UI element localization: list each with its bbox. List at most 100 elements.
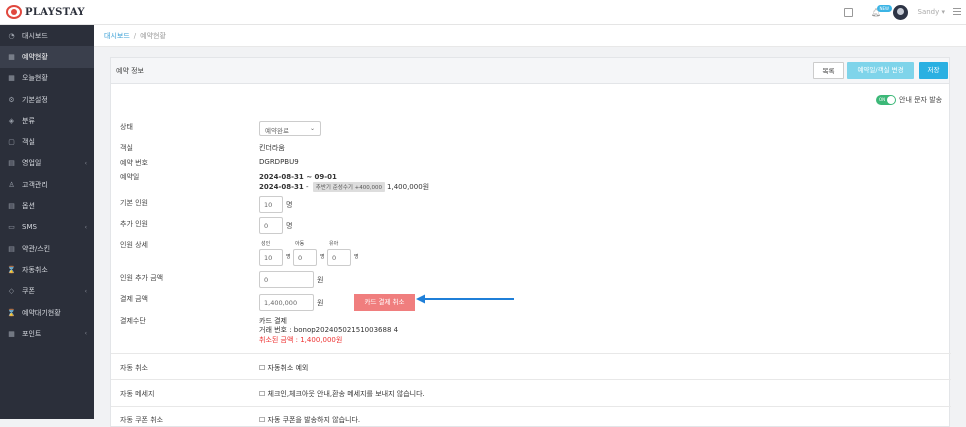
auto-coupon-label: 자동 쿠폰 취소 bbox=[120, 416, 164, 424]
adult-unit: 명 bbox=[286, 254, 291, 260]
date-range: 2024-08-31 ~ 09-01 bbox=[259, 173, 337, 181]
list-button[interactable]: 목록 bbox=[813, 62, 844, 79]
extra-fee-unit: 원 bbox=[317, 276, 324, 284]
date-detail: 2024-08-31 - 추반기 준성수기 +400,000 1,400,000원 bbox=[259, 182, 430, 192]
extra-people-unit: 명 bbox=[286, 222, 293, 230]
extra-fee-label: 인원 추가 금액 bbox=[120, 274, 164, 282]
sidebar-item-label: 객실 bbox=[22, 138, 35, 147]
extra-people-input[interactable]: 0 bbox=[259, 217, 283, 234]
chevron-left-icon: ‹ bbox=[84, 330, 87, 338]
sidebar-item-9[interactable]: ▭ SMS ‹ bbox=[0, 217, 94, 238]
room-value: 킨더라움 bbox=[259, 144, 285, 152]
base-people-input[interactable]: 10 bbox=[259, 196, 283, 213]
extra-people-label: 추가 인원 bbox=[120, 220, 148, 228]
card-title: 예약 정보 bbox=[116, 67, 144, 75]
sidebar-item-label: 포인트 bbox=[22, 329, 42, 338]
base-people-unit: 명 bbox=[286, 201, 293, 209]
dashboard-icon: ◔ bbox=[8, 31, 15, 40]
sidebar-item-5[interactable]: ▢ 객실 bbox=[0, 131, 94, 152]
transaction-number: 거래 번호 : bonop20240502151003688 4 bbox=[259, 326, 399, 334]
gear-icon: ⚙ bbox=[8, 95, 15, 104]
pay-amount-input[interactable]: 1,400,000 bbox=[259, 294, 314, 311]
sidebar-item-3[interactable]: ⚙ 기본설정 bbox=[0, 89, 94, 110]
hourglass-icon: ⌛ bbox=[7, 265, 16, 274]
sidebar-item-7[interactable]: ♙ 고객관리 bbox=[0, 174, 94, 195]
calendar-icon[interactable] bbox=[844, 8, 853, 17]
sidebar-item-0[interactable]: ◔ 대시보드 bbox=[0, 25, 94, 46]
sidebar-item-4[interactable]: ◈ 분류 bbox=[0, 110, 94, 131]
sidebar-item-label: 약관/스킨 bbox=[22, 244, 51, 253]
sidebar-item-6[interactable]: ▤ 영업일 ‹ bbox=[0, 153, 94, 174]
base-people-label: 기본 인원 bbox=[120, 199, 148, 207]
calendar-today-icon: ▦ bbox=[8, 74, 15, 83]
divider bbox=[111, 379, 951, 380]
auto-message-checkbox[interactable]: ☐ 체크인,체크아웃 안내,환송 메세지를 보내지 않습니다. bbox=[259, 389, 425, 399]
sidebar-item-label: 대시보드 bbox=[22, 31, 48, 40]
room-icon: ▢ bbox=[8, 138, 15, 147]
change-date-room-button[interactable]: 예약일/객실 변경 bbox=[847, 62, 914, 79]
layers-icon: ◈ bbox=[8, 116, 15, 125]
status-select[interactable]: 예약완료 ⌄ bbox=[259, 121, 321, 136]
sidebar-item-label: 기본설정 bbox=[22, 95, 48, 104]
sidebar-item-10[interactable]: ▤ 약관/스킨 bbox=[0, 238, 94, 259]
avatar[interactable] bbox=[893, 5, 908, 20]
sidebar-item-13[interactable]: ⌛ 예약대기현황 bbox=[0, 302, 94, 323]
logo-icon bbox=[6, 5, 22, 19]
card-cancel-button[interactable]: 카드 결제 취소 bbox=[354, 294, 415, 311]
extra-fee-input[interactable]: 0 bbox=[259, 271, 314, 288]
sidebar-item-14[interactable]: ▦ 포인트 ‹ bbox=[0, 323, 94, 344]
date-label: 예약일 bbox=[120, 173, 140, 181]
reservation-no-value: DGRDPBU9 bbox=[259, 158, 299, 166]
sidebar-item-2[interactable]: ▦ 오늘현황 bbox=[0, 68, 94, 89]
room-label: 객실 bbox=[120, 144, 133, 152]
sidebar-item-11[interactable]: ⌛ 자동취소 bbox=[0, 259, 94, 280]
adult-label: 성인 bbox=[261, 241, 271, 247]
adult-input[interactable]: 10 bbox=[259, 249, 283, 266]
message-icon: ▭ bbox=[8, 223, 15, 232]
save-button[interactable]: 저장 bbox=[919, 62, 948, 79]
sidebar-item-label: 분류 bbox=[22, 116, 35, 125]
hourglass-icon: ⌛ bbox=[7, 308, 16, 317]
sidebar-item-label: 쿠폰 bbox=[22, 287, 35, 296]
pay-amount-label: 결제 금액 bbox=[120, 295, 148, 303]
sidebar-item-8[interactable]: ▤ 옵션 bbox=[0, 195, 94, 216]
document-icon: ▤ bbox=[8, 244, 15, 253]
auto-cancel-checkbox[interactable]: ☐ 자동취소 예외 bbox=[259, 363, 308, 373]
tag-icon: ◇ bbox=[8, 287, 15, 296]
sidebar-item-label: 고객관리 bbox=[22, 180, 48, 189]
chevron-down-icon: ⌄ bbox=[309, 125, 315, 132]
notice-toggle[interactable]: ON bbox=[876, 95, 896, 105]
auto-coupon-checkbox[interactable]: ☐ 자동 쿠폰을 발송하지 않습니다. bbox=[259, 415, 360, 425]
calendar-icon: ▦ bbox=[8, 52, 15, 61]
sidebar-item-1[interactable]: ▦ 예약현황 bbox=[0, 46, 94, 68]
auto-message-label: 자동 메세지 bbox=[120, 390, 155, 398]
reservation-no-label: 예약 번호 bbox=[120, 159, 148, 167]
reservation-card: 예약 정보 목록 예약일/객실 변경 저장 ON 안내 문자 발송 상태 예약완… bbox=[110, 57, 951, 427]
breadcrumb-separator: / bbox=[133, 31, 137, 40]
people-detail-label: 인원 상세 bbox=[120, 241, 148, 249]
option-icon: ▤ bbox=[8, 202, 15, 211]
season-tag: 추반기 준성수기 +400,000 bbox=[312, 182, 386, 192]
sidebar-item-label: 영업일 bbox=[22, 159, 42, 168]
breadcrumb-current: 예약현황 bbox=[140, 31, 166, 40]
menu-icon[interactable] bbox=[953, 8, 961, 15]
user-menu[interactable]: Sandy ▾ bbox=[918, 8, 946, 16]
brand-name: PLAYSTAY bbox=[25, 6, 85, 18]
sidebar-item-12[interactable]: ◇ 쿠폰 ‹ bbox=[0, 281, 94, 302]
brand-logo-area[interactable]: PLAYSTAY bbox=[0, 0, 94, 25]
infant-label: 유아 bbox=[329, 241, 339, 247]
sidebar-item-label: 옵션 bbox=[22, 202, 35, 211]
pay-method-label: 결제수단 bbox=[120, 317, 146, 325]
breadcrumb-link[interactable]: 대시보드 bbox=[104, 31, 130, 41]
infant-unit: 명 bbox=[354, 254, 359, 260]
card-header: 예약 정보 목록 예약일/객실 변경 저장 bbox=[111, 58, 949, 84]
point-icon: ▦ bbox=[8, 329, 15, 338]
sidebar-item-label: SMS bbox=[22, 223, 37, 232]
sidebar-item-label: 자동취소 bbox=[22, 265, 48, 274]
sidebar-item-label: 예약현황 bbox=[22, 52, 48, 61]
sidebar-item-label: 예약대기현황 bbox=[22, 308, 61, 317]
chevron-left-icon: ‹ bbox=[84, 287, 87, 295]
infant-input[interactable]: 0 bbox=[327, 249, 351, 266]
sidebar-nav: ◔ 대시보드 ▦ 예약현황 ▦ 오늘현황 ⚙ 기본설정 ◈ 분류 ▢ 객실 ▤ 영업일 ‹ ♙ 고객관리 ▤ 옵션 ▭… bbox=[0, 25, 94, 344]
child-input[interactable]: 0 bbox=[293, 249, 317, 266]
